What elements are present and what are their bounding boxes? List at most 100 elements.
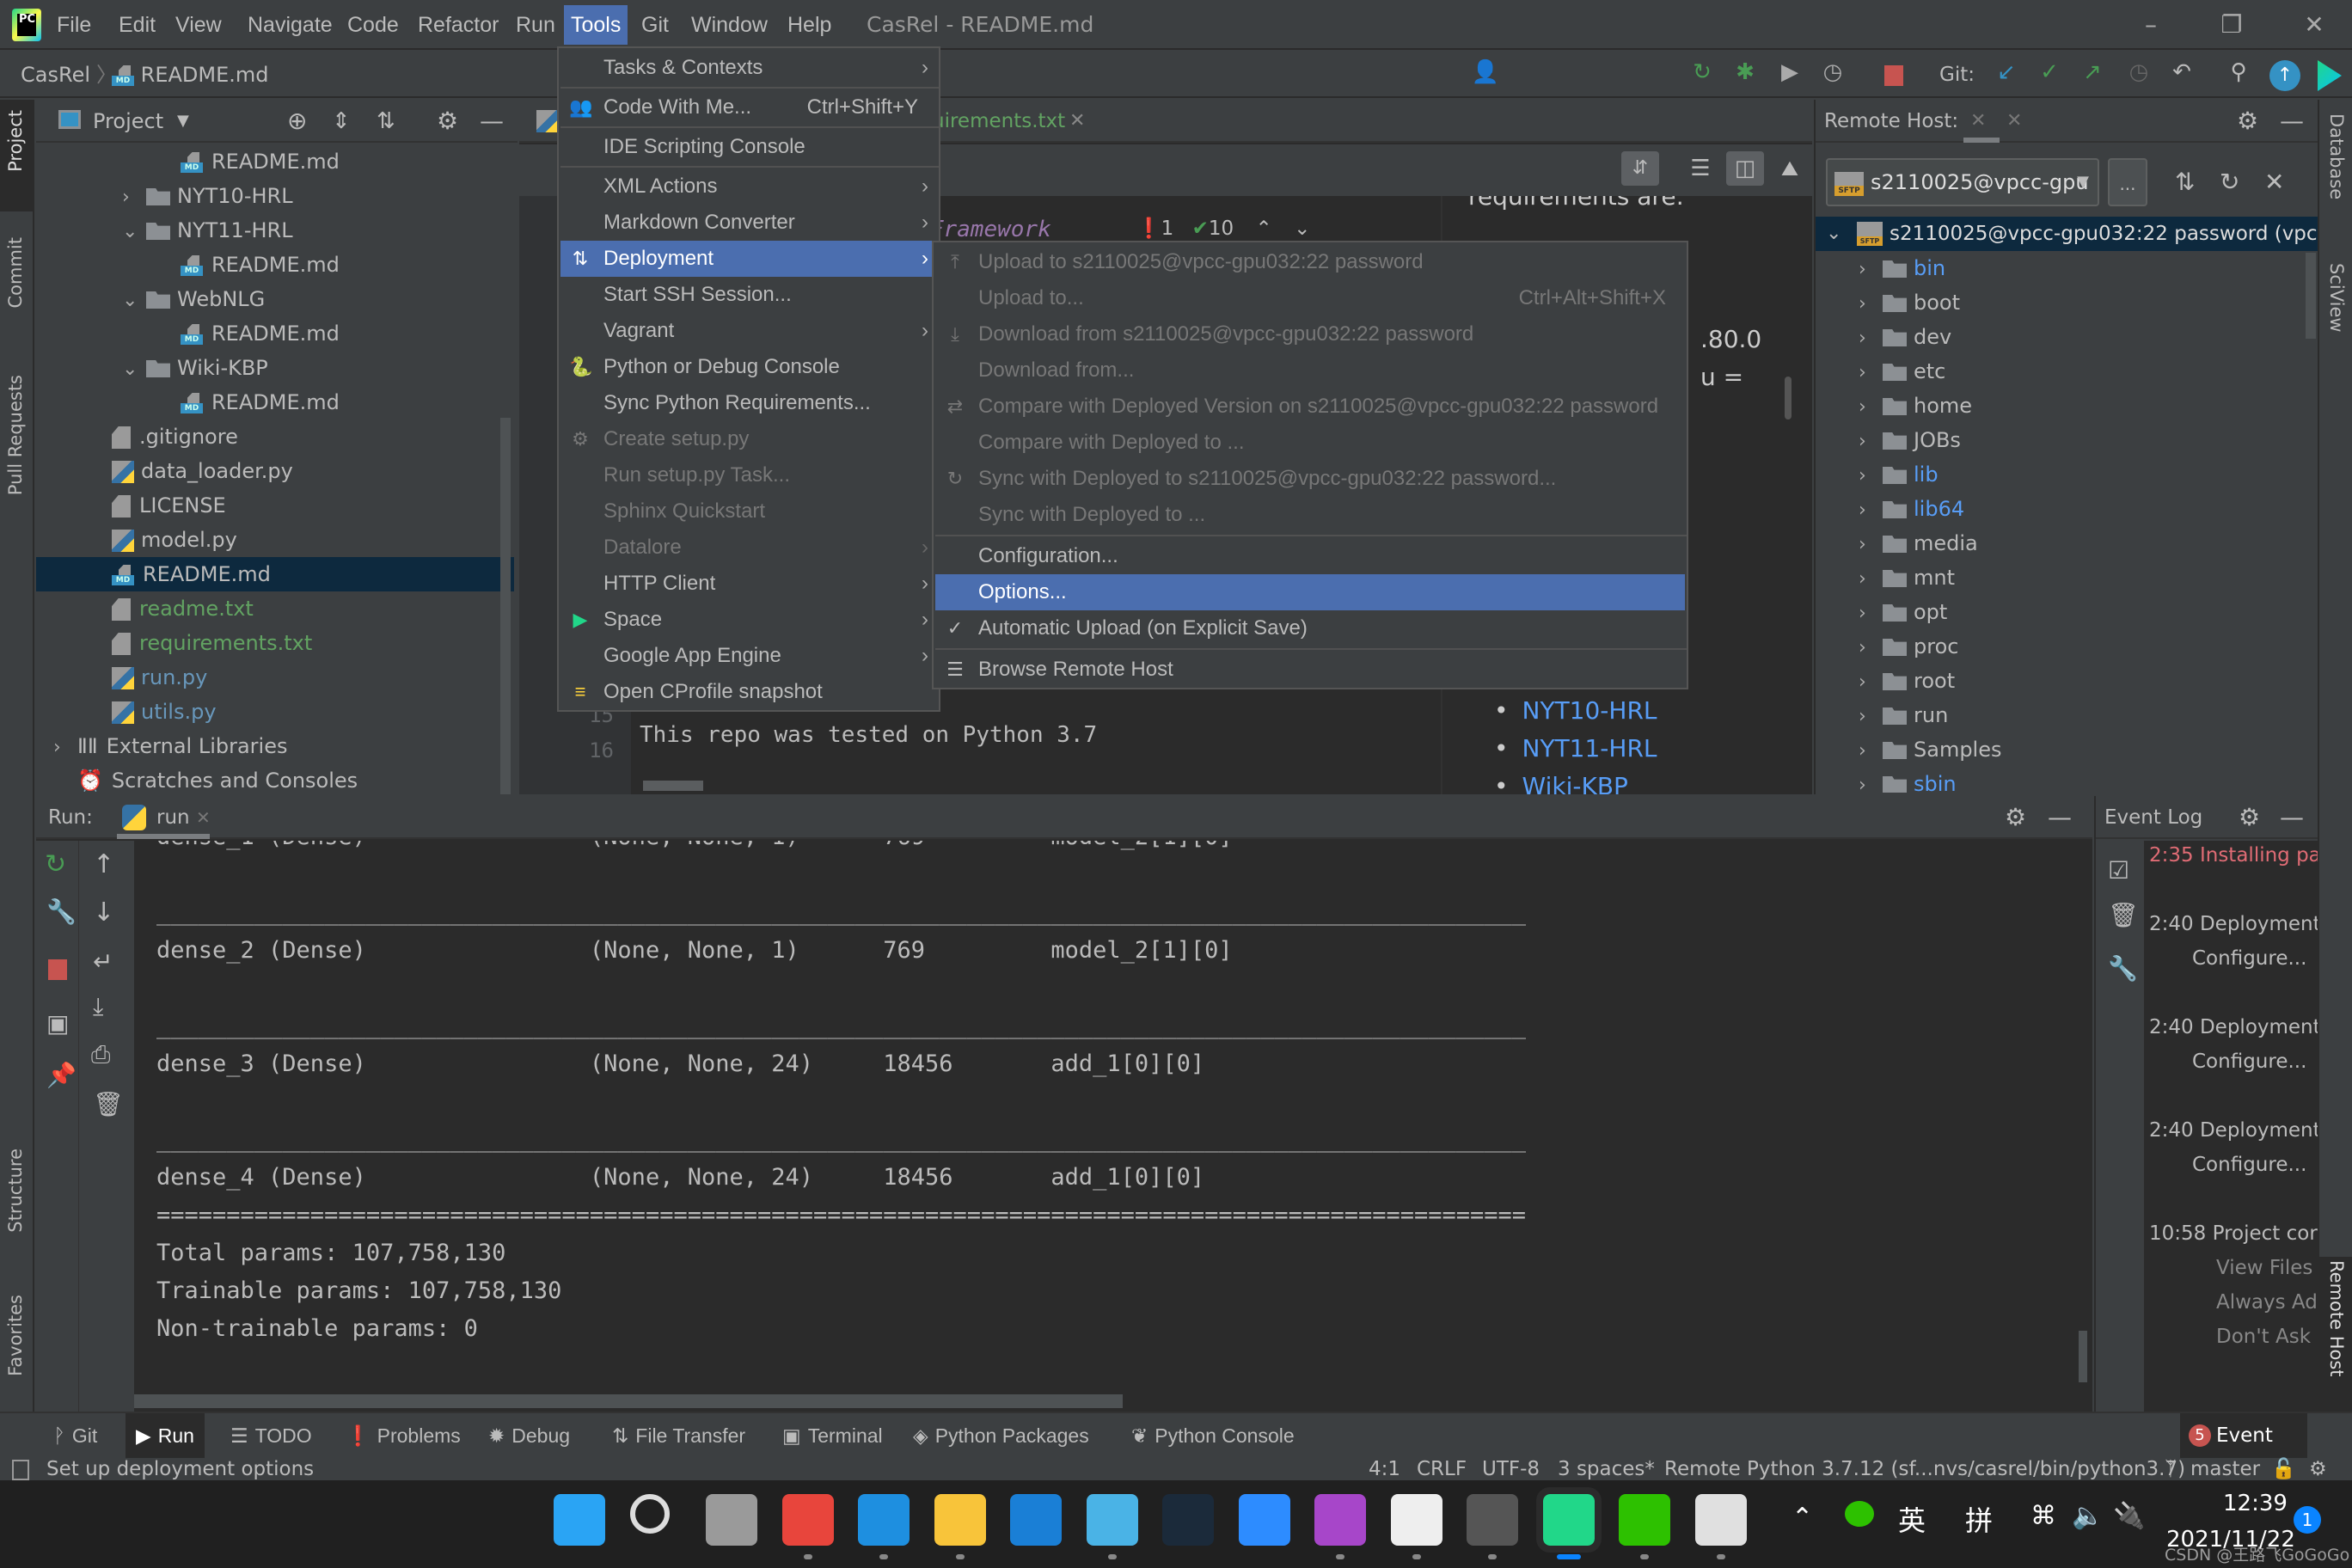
remote-folder[interactable]: › JOBs <box>1816 423 2306 457</box>
pin-icon[interactable]: 📌 <box>46 1061 77 1089</box>
tree-item[interactable]: ⌄ NYT11-HRL <box>36 213 514 248</box>
server-select[interactable]: SFTP s2110025@vpcc-gpu ▼ <box>1826 158 2099 206</box>
tools-menu-item-markdown-converter[interactable]: Markdown Converter › <box>560 205 937 241</box>
remote-folder[interactable]: › lib64 <box>1816 492 2306 526</box>
tree-item[interactable]: LICENSE <box>36 488 514 523</box>
collapse-all-icon[interactable]: ⇅ <box>2175 163 2195 201</box>
tools-menu-item-vagrant[interactable]: Vagrant › <box>560 313 937 349</box>
tree-item[interactable]: README.md <box>36 248 514 282</box>
remote-folder[interactable]: › root <box>1816 664 2306 698</box>
remote-folder[interactable]: › bin <box>1816 251 2306 285</box>
coverage-icon[interactable]: ▶ <box>1774 57 1805 88</box>
close-icon[interactable]: ✕ <box>2264 163 2284 201</box>
tree-item[interactable]: readme.txt <box>36 591 514 626</box>
taskbar-notepad-icon[interactable] <box>1086 1494 1138 1546</box>
mark-all-read-icon[interactable]: ☑ <box>2108 856 2129 885</box>
tools-menu-item-datalore[interactable]: Datalore › <box>560 530 937 566</box>
deployment-menu-item-upload-to[interactable]: Upload to... Ctrl+Alt+Shift+X <box>935 280 1685 316</box>
gear-icon[interactable]: ⚙ <box>2237 100 2258 143</box>
tree-item[interactable]: README.md <box>36 316 514 351</box>
configure-link[interactable]: Configure... <box>2192 1154 2306 1176</box>
deployment-menu-item-compare-with-deployed-to[interactable]: Compare with Deployed to ... <box>935 425 1685 461</box>
deployment-menu-item-browse-remote-host[interactable]: ☰ Browse Remote Host <box>935 652 1685 688</box>
git-history-icon[interactable]: ◷ <box>2123 57 2154 88</box>
remote-folder[interactable]: › dev <box>1816 320 2306 354</box>
wrench-icon[interactable]: 🔧 <box>2108 954 2138 983</box>
menu-tools[interactable]: Tools <box>564 5 628 45</box>
tools-menu-item-http-client[interactable]: HTTP Client › <box>560 566 937 602</box>
configure-link[interactable]: Configure... <box>2192 1050 2306 1073</box>
scroll-to-end-icon[interactable]: ⤓ <box>93 992 103 1021</box>
chevron-right-icon[interactable]: › <box>1859 769 1883 793</box>
tools-menu-item-google-app-engine[interactable]: Google App Engine › <box>560 638 937 674</box>
deployment-menu-item-compare-with-deployed-version-on-s2110025-vpcc-gpu032-22-password[interactable]: ⇄ Compare with Deployed Version on s21100… <box>935 389 1685 425</box>
tool-tab-problems[interactable]: ❗ Problems <box>335 1413 471 1458</box>
chevron-right-icon[interactable]: › <box>1859 253 1883 287</box>
tool-window-structure[interactable]: Structure <box>5 1148 26 1233</box>
deployment-menu-item-configuration[interactable]: Configuration... <box>935 538 1685 574</box>
deployment-menu-item-sync-with-deployed-to-s2110025-vpcc-gpu032-22-password[interactable]: ↻ Sync with Deployed to s2110025@vpcc-gpu… <box>935 461 1685 497</box>
console-vertical-scrollbar[interactable] <box>2079 1331 2087 1382</box>
chevron-right-icon[interactable]: › <box>1859 425 1883 459</box>
next-highlight-icon[interactable]: ⌄ <box>1294 217 1310 240</box>
trash-icon[interactable]: 🗑 <box>2108 901 2139 929</box>
breadcrumb-file[interactable]: README.md <box>112 52 269 98</box>
stop-icon[interactable] <box>1884 65 1903 86</box>
editor-preview-icon[interactable]: ◫ <box>1726 151 1764 186</box>
tree-item[interactable]: README.md <box>36 557 514 591</box>
remote-folder[interactable]: › mnt <box>1816 560 2306 595</box>
clock-time[interactable]: 12:39 <box>2223 1491 2288 1516</box>
git-update-icon[interactable]: ↙ <box>1991 57 2022 88</box>
menu-navigate[interactable]: Navigate <box>241 5 340 45</box>
taskbar-cmd-icon[interactable] <box>1467 1494 1518 1546</box>
tree-item[interactable]: ⌄ WebNLG <box>36 282 514 316</box>
remote-folder[interactable]: › Samples <box>1816 732 2306 767</box>
tools-menu-item-start-ssh-session[interactable]: Start SSH Session... <box>560 277 937 313</box>
event-action-link[interactable]: View Files <box>2216 1257 2312 1279</box>
notification-badge[interactable]: 1 <box>2294 1506 2321 1534</box>
account-icon[interactable]: 👤 <box>1470 57 1501 88</box>
wechat-tray-icon[interactable] <box>1845 1501 1874 1527</box>
gear-icon[interactable]: ⚙ <box>2005 796 2026 839</box>
tools-menu-item-sphinx-quickstart[interactable]: Sphinx Quickstart <box>560 493 937 530</box>
horizontal-scrollbar[interactable] <box>643 781 703 791</box>
tool-tab-python-console[interactable]: ❦ Python Console <box>1121 1413 1305 1458</box>
close-tab-icon[interactable]: ✕ <box>196 796 211 839</box>
taskbar-onenote-icon[interactable] <box>1314 1494 1366 1546</box>
editor-tab-requirements[interactable]: uirements.txt <box>932 100 1065 143</box>
print-icon[interactable]: ⎙ <box>91 1040 110 1069</box>
tool-window-sciview[interactable]: SciView <box>2326 263 2347 333</box>
close-tab-icon[interactable]: ✕ <box>1069 100 1085 143</box>
close-tab-icon[interactable]: ✕ <box>1970 100 1986 143</box>
chevron-down-icon[interactable]: ⌄ <box>122 352 146 387</box>
event-action-link[interactable]: Always Add <box>2216 1291 2318 1314</box>
tool-tab-debug[interactable]: ✹ Debug <box>478 1413 580 1458</box>
close-tab-icon[interactable]: ✕ <box>2006 100 2022 143</box>
preview-link[interactable]: NYT10-HRL <box>1522 696 1657 725</box>
tree-item[interactable]: run.py <box>36 660 514 695</box>
minimize-button[interactable]: – <box>2125 5 2177 45</box>
menu-refactor[interactable]: Refactor <box>411 5 505 45</box>
remote-folder[interactable]: › boot <box>1816 285 2306 320</box>
layout-icon[interactable]: ▣ <box>46 1009 69 1038</box>
tools-menu-item-open-cprofile-snapshot[interactable]: ≡ Open CProfile snapshot <box>560 674 937 710</box>
remote-folder[interactable]: › media <box>1816 526 2306 560</box>
remote-folder[interactable]: › sbin <box>1816 767 2306 793</box>
menu-git[interactable]: Git <box>634 5 676 45</box>
project-scrollbar[interactable] <box>500 418 511 794</box>
deployment-menu-item-options[interactable]: Options... <box>935 574 1685 610</box>
deployment-menu-item-automatic-upload-on-explicit-save[interactable]: ✓ Automatic Upload (on Explicit Save) <box>935 610 1685 646</box>
chevron-right-icon[interactable]: › <box>1859 597 1883 631</box>
menu-run[interactable]: Run <box>509 5 562 45</box>
profile-icon[interactable]: ◷ <box>1817 57 1848 88</box>
chevron-right-icon[interactable]: › <box>1859 287 1883 322</box>
tool-tab-todo[interactable]: ☰ TODO <box>220 1413 322 1458</box>
wifi-icon[interactable]: ⌘ <box>2030 1501 2056 1531</box>
chevron-right-icon[interactable]: › <box>1859 562 1883 597</box>
tree-item[interactable]: ⌄ Wiki-KBP <box>36 351 514 385</box>
tool-tab-git[interactable]: ᚹ Git <box>43 1413 107 1458</box>
taskbar-snipping-icon[interactable] <box>1694 1494 1747 1546</box>
breadcrumb-project[interactable]: CasRel <box>21 52 90 98</box>
tools-menu-item-sync-python-requirements[interactable]: Sync Python Requirements... <box>560 385 937 421</box>
tools-menu-item-tasks-contexts[interactable]: Tasks & Contexts › <box>560 50 937 86</box>
